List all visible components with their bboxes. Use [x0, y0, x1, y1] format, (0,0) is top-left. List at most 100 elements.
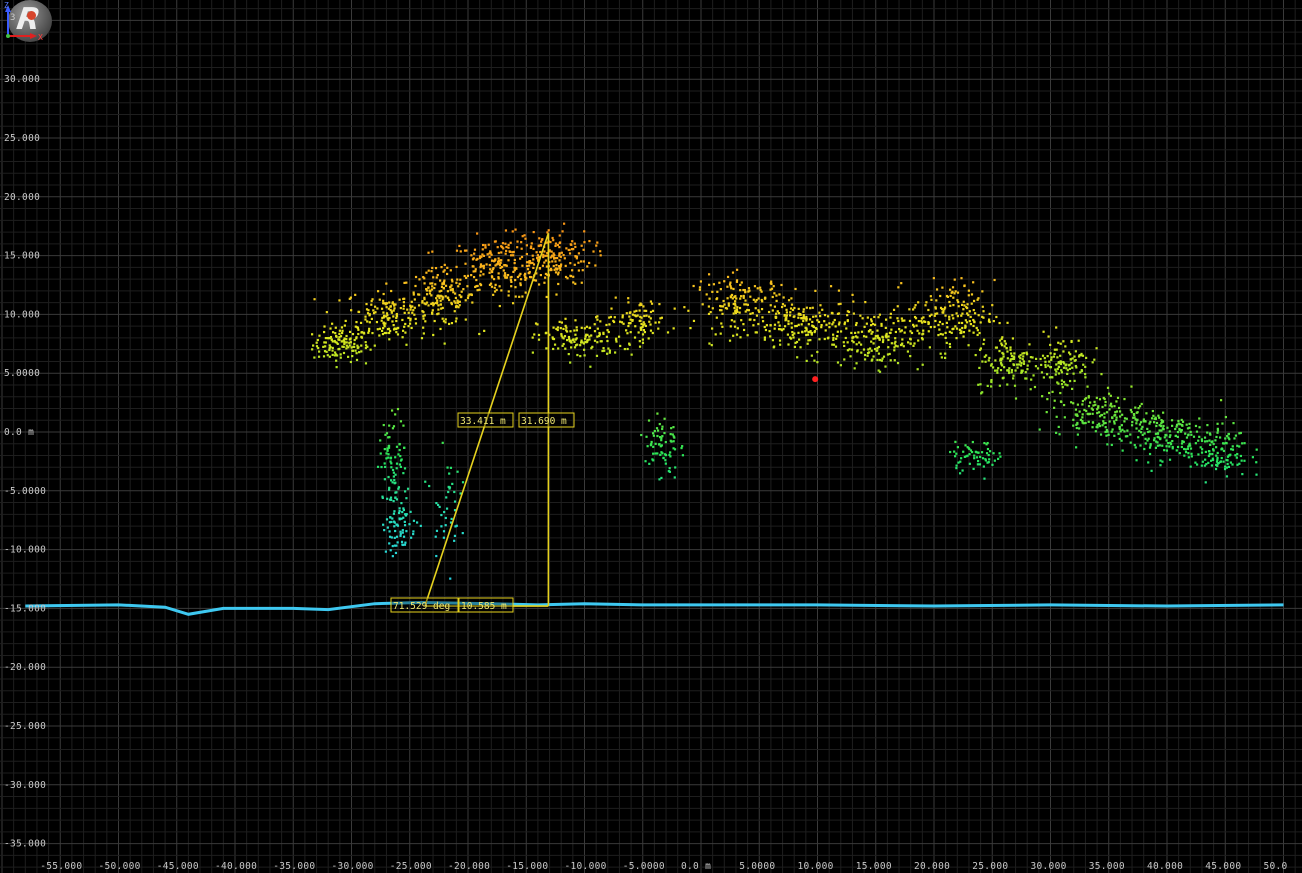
cloud-point: [1003, 345, 1006, 348]
cloud-point: [422, 276, 425, 279]
cloud-point: [573, 242, 576, 245]
cloud-point: [1251, 456, 1254, 459]
cloud-point: [443, 263, 446, 267]
cloud-point: [884, 326, 887, 330]
cloud-point: [614, 296, 617, 299]
cloud-point: [738, 306, 742, 310]
cloud-point: [401, 529, 404, 532]
cloud-point: [491, 270, 494, 274]
cloud-point: [1206, 431, 1209, 434]
cloud-point: [335, 334, 338, 338]
cloud-point: [944, 331, 947, 334]
cloud-point: [466, 285, 469, 288]
cloud-point: [631, 313, 635, 316]
point-cloud-viewport[interactable]: 33.411 m 31.690 m 71.529 deg 10.585 m 30…: [0, 0, 1302, 873]
cloud-point: [1033, 385, 1037, 389]
cloud-point: [915, 324, 918, 327]
cloud-point: [626, 332, 629, 335]
cloud-point: [1091, 421, 1095, 424]
cloud-point: [719, 288, 722, 291]
height-measurement[interactable]: 33.411 m 31.690 m 71.529 deg 10.585 m: [390, 233, 575, 613]
cloud-point: [791, 330, 794, 334]
cloud-point: [913, 342, 916, 345]
cloud-point: [481, 243, 485, 247]
x-tick-label: 20.000: [914, 861, 950, 872]
cloud-point: [672, 440, 675, 443]
cloud-point: [580, 281, 583, 284]
cloud-point: [405, 343, 408, 346]
cloud-point: [349, 341, 352, 344]
profile-view-canvas[interactable]: 33.411 m 31.690 m 71.529 deg 10.585 m 30…: [0, 0, 1302, 873]
cloud-point: [1098, 415, 1102, 418]
cloud-point: [1090, 407, 1093, 410]
cloud-point: [975, 326, 978, 330]
cloud-point: [1148, 452, 1152, 456]
cloud-point: [962, 308, 965, 311]
cloud-point: [479, 263, 483, 266]
cloud-point: [900, 282, 903, 285]
cloud-point: [970, 302, 973, 305]
cloud-point: [903, 319, 906, 322]
cloud-point: [1008, 371, 1011, 375]
cloud-point: [776, 310, 779, 313]
cloud-point: [894, 340, 897, 343]
cloud-point: [882, 355, 886, 358]
cloud-point: [831, 312, 834, 315]
cloud-point: [357, 328, 360, 331]
cloud-point: [1071, 387, 1074, 391]
cloud-point: [491, 268, 495, 271]
cloud-point: [562, 327, 565, 331]
cloud-point: [1209, 443, 1212, 446]
cloud-point: [574, 319, 577, 322]
cloud-point: [385, 306, 388, 309]
cloud-point: [949, 304, 952, 307]
cloud-point: [1113, 405, 1116, 408]
cloud-point: [657, 327, 660, 330]
cloud-point: [1146, 427, 1149, 430]
cloud-point: [777, 321, 780, 324]
cloud-point: [650, 440, 653, 444]
cloud-point: [736, 306, 739, 309]
cloud-point: [488, 271, 491, 274]
cloud-point: [615, 340, 618, 343]
cloud-point: [514, 286, 517, 289]
cloud-point: [799, 346, 802, 349]
cloud-point: [772, 285, 775, 288]
cloud-point: [570, 243, 573, 246]
cloud-point: [621, 314, 624, 317]
cloud-point: [397, 326, 400, 330]
cloud-point: [404, 322, 407, 326]
cloud-point: [1062, 350, 1065, 353]
cloud-point: [954, 455, 957, 458]
cloud-point: [427, 286, 430, 289]
cloud-point: [1067, 351, 1071, 354]
cloud-point: [404, 490, 407, 493]
cloud-point: [1087, 396, 1090, 399]
cloud-point: [785, 311, 788, 314]
cloud-point: [698, 288, 701, 291]
cloud-point: [392, 309, 395, 312]
cloud-point: [876, 334, 879, 337]
cloud-point: [619, 344, 622, 348]
cloud-point: [567, 352, 570, 356]
cloud-point: [393, 521, 396, 524]
cloud-point: [1007, 369, 1010, 373]
cloud-point: [996, 371, 999, 374]
cloud-point: [773, 345, 776, 348]
cloud-point: [543, 250, 546, 253]
cloud-point: [490, 253, 493, 256]
cloud-point: [1137, 407, 1140, 410]
cloud-point: [643, 314, 646, 318]
cloud-point: [660, 444, 663, 447]
cloud-point: [1104, 404, 1107, 407]
cloud-point: [1200, 464, 1203, 467]
cloud-point: [812, 325, 815, 328]
cloud-point: [1227, 433, 1230, 436]
cloud-point: [1115, 410, 1119, 413]
cloud-point: [588, 326, 592, 329]
cloud-point: [663, 431, 666, 435]
cloud-point: [757, 297, 760, 300]
cloud-point: [520, 241, 523, 244]
cloud-point: [567, 335, 571, 339]
cloud-point: [364, 346, 367, 350]
